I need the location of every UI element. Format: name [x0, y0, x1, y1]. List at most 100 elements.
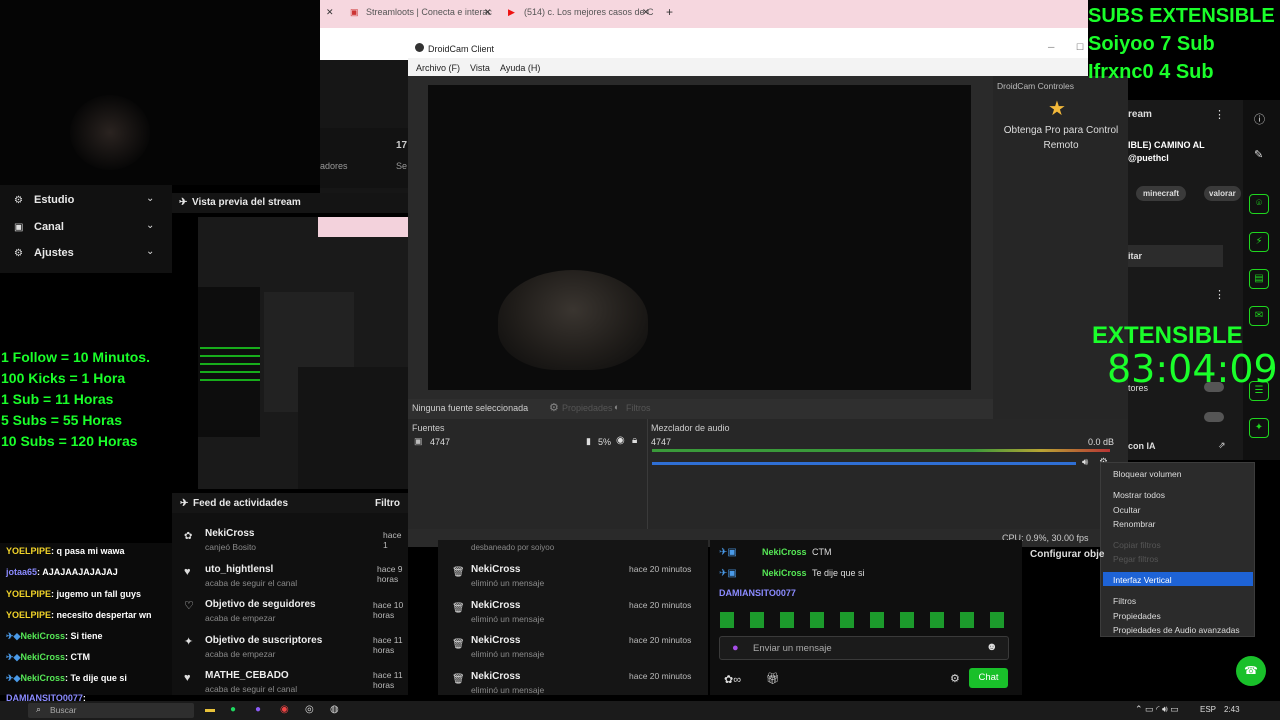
chat-user[interactable]: NekiCross	[762, 547, 807, 557]
youtube-icon: ▶	[508, 7, 515, 17]
stat-number: 17	[396, 140, 408, 151]
gear-icon[interactable]: ⚙	[549, 401, 559, 414]
nav-ajustes[interactable]: Ajustes	[34, 247, 74, 259]
close-icon[interactable]: ✕	[642, 7, 650, 18]
chevron-down-icon[interactable]: ⌄	[146, 246, 154, 257]
heart-outline-icon: ♡	[184, 600, 194, 612]
menu-ayuda[interactable]: Ayuda (H)	[500, 63, 540, 73]
chat-icon[interactable]: ✉	[1249, 306, 1269, 326]
menu-renombrar[interactable]: Renombrar	[1113, 519, 1156, 529]
pencil-icon[interactable]: ✎	[1254, 148, 1263, 161]
menu-mostrar-todos[interactable]: Mostrar todos	[1113, 490, 1165, 500]
feed-name[interactable]: uto_hightlensl	[205, 564, 273, 575]
filters-button[interactable]: Filtros	[626, 403, 651, 413]
feed-sub: acaba de seguir el canal	[205, 578, 298, 588]
chrome-icon[interactable]: ◉	[280, 704, 289, 715]
eye-icon[interactable]: ◉	[616, 435, 625, 446]
menu-pegar-filtros[interactable]: Pegar filtros	[1113, 554, 1158, 564]
source-item[interactable]: 4747	[430, 437, 450, 447]
chatlog-msg: q pasa mi wawa	[56, 546, 125, 556]
camera-face	[498, 270, 648, 370]
tray-icons[interactable]: ⌃ ▭ ◜ 🔊︎ ▭	[1135, 704, 1179, 715]
feed-name[interactable]: MATHE_CEBADO	[205, 670, 289, 681]
maximize-icon[interactable]: ☐	[1076, 42, 1084, 53]
nav-estudio[interactable]: Estudio	[34, 194, 74, 206]
menu-filtros[interactable]: Filtros	[1113, 596, 1136, 606]
speaker-icon[interactable]: 🔊︎	[1082, 457, 1088, 468]
nav-canal[interactable]: Canal	[34, 221, 64, 233]
feed-name[interactable]: NekiCross	[205, 528, 254, 539]
feed-time: hace 11 horas	[373, 635, 403, 655]
chat-button[interactable]: Chat	[969, 668, 1008, 688]
edit-button[interactable]: itar	[1128, 245, 1223, 267]
support-icon[interactable]: ☎	[1236, 656, 1266, 686]
app-icon[interactable]: ◍	[330, 704, 339, 715]
menu-vista[interactable]: Vista	[470, 63, 490, 73]
minimize-icon[interactable]: ─	[1048, 42, 1054, 52]
menu-archivo[interactable]: Archivo (F)	[416, 63, 460, 73]
chatlog-user: NekiCross	[20, 631, 65, 641]
gift-icon[interactable]: 🎁︎	[766, 672, 780, 685]
document-icon[interactable]: ▤	[1249, 269, 1269, 289]
more-icon[interactable]: ⋮	[1214, 288, 1225, 301]
mod-name[interactable]: NekiCross	[471, 671, 520, 682]
mod-name[interactable]: NekiCross	[471, 564, 520, 575]
close-icon[interactable]: ✕	[484, 7, 492, 18]
mic-icon: ●	[732, 642, 739, 654]
menu-copiar-filtros[interactable]: Copiar filtros	[1113, 540, 1161, 550]
menu-ocultar[interactable]: Ocultar	[1113, 505, 1140, 515]
camera-video	[428, 85, 971, 390]
filter-button[interactable]: Filtro	[375, 498, 400, 509]
streamer-blurred-face	[70, 95, 150, 170]
menu-bloquear-volumen[interactable]: Bloquear volumen	[1113, 469, 1182, 479]
chatlog-msg: jugemo un fall guys	[56, 589, 142, 599]
obs-icon[interactable]: ◎	[305, 704, 314, 715]
tag-valorar[interactable]: valorar	[1204, 186, 1241, 201]
app-icon[interactable]: ●	[255, 704, 261, 715]
gear-icon[interactable]: ⚙	[950, 672, 960, 685]
properties-button[interactable]: Propiedades	[562, 403, 613, 413]
lock-icon[interactable]: 🔒︎	[632, 435, 637, 446]
mod-name[interactable]: NekiCross	[471, 600, 520, 611]
trash-icon: 🗑︎	[452, 674, 465, 685]
stream-label: ream	[1128, 109, 1152, 120]
tab-youtube[interactable]: (514) c. Los mejores casos de C	[524, 7, 654, 17]
volume-slider[interactable]	[652, 462, 1076, 465]
chat-user[interactable]: NekiCross	[762, 568, 807, 578]
info-icon[interactable]: ⓘ	[1254, 111, 1265, 127]
filter-icon[interactable]: ◐	[614, 402, 619, 412]
badge-icon: ✈▣	[719, 547, 737, 558]
lightning-icon[interactable]: ⚡︎	[1249, 232, 1269, 252]
tag-minecraft[interactable]: minecraft	[1136, 186, 1187, 201]
feed-name[interactable]: Objetivo de suscriptores	[205, 635, 322, 646]
mod-name[interactable]: NekiCross	[471, 635, 520, 646]
language[interactable]: ESP	[1200, 705, 1216, 714]
new-tab-button[interactable]: +	[666, 5, 673, 19]
chat-msg: CTM	[812, 547, 832, 557]
folder-icon[interactable]: ▬	[205, 704, 215, 715]
more-icon[interactable]: ⋮	[1214, 108, 1225, 121]
config-button[interactable]: Configurar obje	[1030, 549, 1104, 560]
spotify-icon[interactable]: ●	[230, 704, 236, 715]
clock[interactable]: 2:43	[1224, 705, 1240, 714]
close-icon[interactable]: ✕	[326, 7, 334, 18]
chevron-down-icon[interactable]: ⌄	[146, 193, 154, 204]
taskbar-search[interactable]: ⌕ Buscar	[28, 703, 194, 718]
feed-name[interactable]: Objetivo de seguidores	[205, 599, 316, 610]
chat-user[interactable]: DAMIANSITO0077	[719, 588, 796, 598]
menu-propiedades[interactable]: Propiedades	[1113, 611, 1161, 621]
pro-text[interactable]: Obtenga Pro para Control Remoto	[997, 123, 1125, 153]
source-toolbar: Ninguna fuente seleccionada ⚙ Propiedade…	[408, 399, 993, 419]
menu-propiedades-audio[interactable]: Propiedades de Audio avanzadas	[1113, 625, 1240, 635]
emoji-icon[interactable]: ☻	[986, 641, 998, 653]
star-icon: ★	[1048, 98, 1066, 120]
chat-input[interactable]: ● Enviar un mensaje ☻	[719, 636, 1009, 660]
external-icon[interactable]: ⇗	[1218, 440, 1226, 451]
tab-streamloots[interactable]: Streamloots | Conecta e interac	[366, 7, 492, 17]
chevron-down-icon[interactable]: ⌄	[146, 220, 154, 231]
toggle-2[interactable]	[1204, 412, 1224, 422]
menu-interfaz-vertical[interactable]: Interfaz Vertical	[1103, 572, 1253, 586]
wrench-icon[interactable]: ✦	[1249, 418, 1269, 438]
camera-icon[interactable]: ⌾	[1249, 194, 1269, 214]
points-icon[interactable]: ✿∞	[724, 673, 741, 686]
